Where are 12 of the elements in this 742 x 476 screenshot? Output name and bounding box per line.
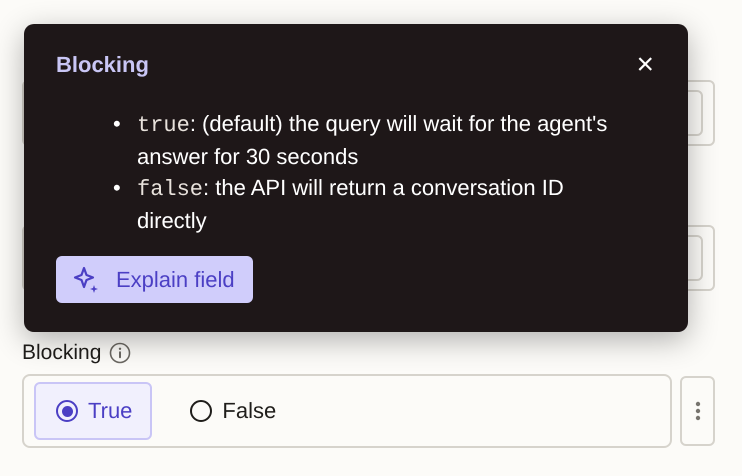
close-button[interactable]: × — [634, 50, 656, 80]
list-item: true: (default) the query will wait for the agent's answer for 30 seconds — [137, 110, 608, 171]
list-item: false: the API will return a conversation ID directly — [137, 174, 565, 235]
bullet: • — [113, 174, 122, 202]
info-icon[interactable] — [109, 342, 132, 364]
field-label: Blocking — [22, 341, 102, 365]
radio-option[interactable]: True — [34, 382, 152, 440]
popover-title: Blocking — [56, 52, 149, 78]
bullet: • — [113, 110, 122, 138]
radio-option[interactable]: False — [168, 382, 296, 440]
explain-button[interactable]: Explain field — [56, 256, 253, 303]
more-icon — [694, 400, 700, 422]
